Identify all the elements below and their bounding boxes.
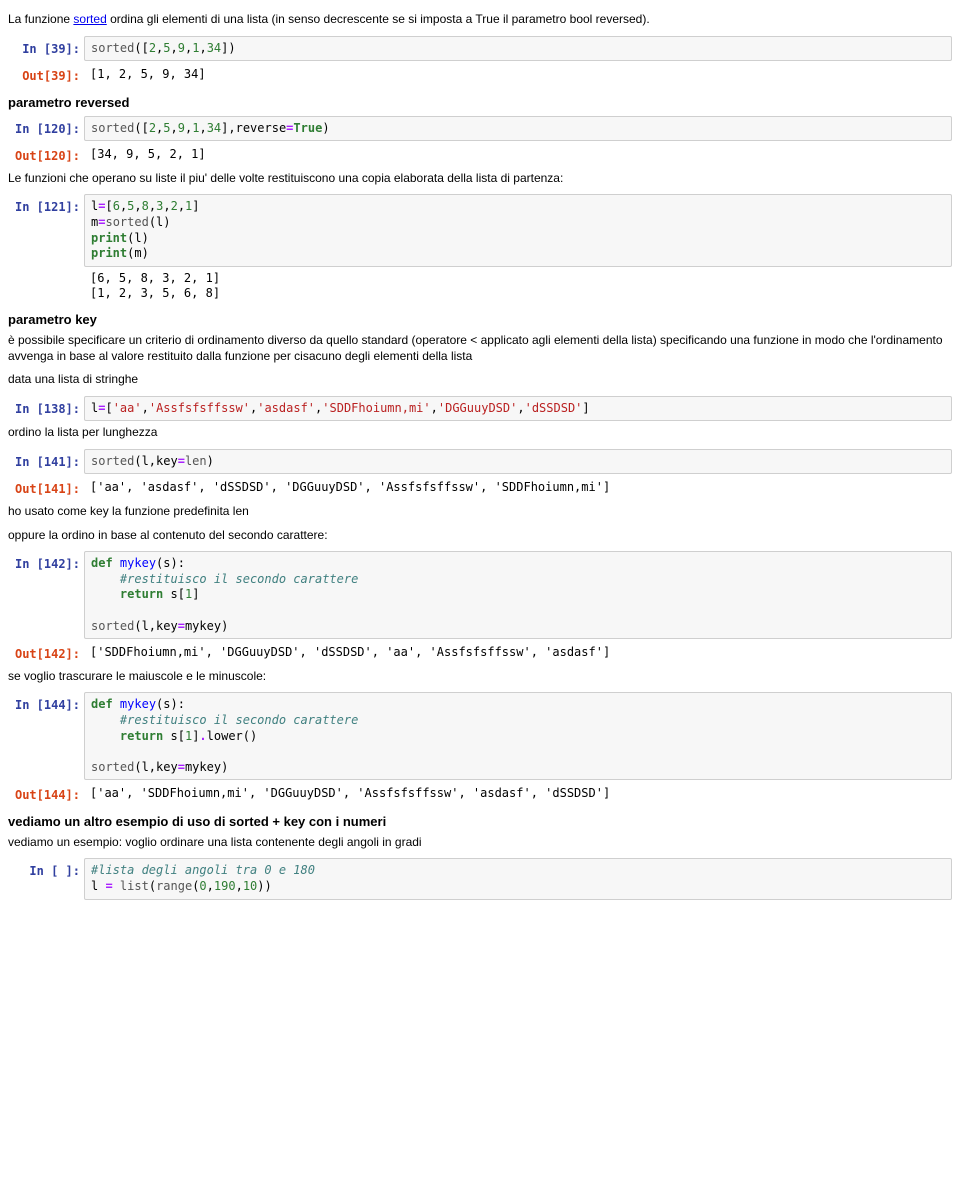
cell-in-141: In [141]: sorted(l,key=len) xyxy=(8,449,952,475)
paragraph: è possibile specificare un criterio di o… xyxy=(8,333,952,364)
output-text: ['SDDFhoiumn,mi', 'DGGuuyDSD', 'dSSDSD',… xyxy=(84,641,616,665)
prompt-in: In [120]: xyxy=(8,116,84,142)
prompt-in: In [39]: xyxy=(8,36,84,62)
prompt-in: In [121]: xyxy=(8,194,84,266)
cell-in-142: In [142]: def mykey(s): #restituisco il … xyxy=(8,551,952,639)
prompt-out: Out[120]: xyxy=(8,143,84,167)
cell-out-120: Out[120]: [34, 9, 5, 2, 1] xyxy=(8,143,952,167)
prompt-out: Out[39]: xyxy=(8,63,84,87)
text: La funzione xyxy=(8,12,73,26)
stdout-121: [6, 5, 8, 3, 2, 1] [1, 2, 3, 5, 6, 8] xyxy=(8,269,952,304)
code-input[interactable]: sorted(l,key=len) xyxy=(84,449,952,475)
prompt-in: In [144]: xyxy=(8,692,84,780)
code-input[interactable]: sorted([2,5,9,1,34],reverse=True) xyxy=(84,116,952,142)
paragraph: Le funzioni che operano su liste il piu'… xyxy=(8,171,952,187)
stdout-text: [6, 5, 8, 3, 2, 1] [1, 2, 3, 5, 6, 8] xyxy=(84,269,226,304)
paragraph: ordino la lista per lunghezza xyxy=(8,425,952,441)
prompt-empty xyxy=(8,269,84,304)
prompt-out: Out[141]: xyxy=(8,476,84,500)
cell-out-142: Out[142]: ['SDDFhoiumn,mi', 'DGGuuyDSD',… xyxy=(8,641,952,665)
output-text: ['aa', 'SDDFhoiumn,mi', 'DGGuuyDSD', 'As… xyxy=(84,782,616,806)
code-input[interactable]: #lista degli angoli tra 0 e 180 l = list… xyxy=(84,858,952,899)
paragraph: se voglio trascurare le maiuscole e le m… xyxy=(8,669,952,685)
output-text: [34, 9, 5, 2, 1] xyxy=(84,143,212,167)
paragraph: data una lista di stringhe xyxy=(8,372,952,388)
prompt-out: Out[142]: xyxy=(8,641,84,665)
paragraph: ho usato come key la funzione predefinit… xyxy=(8,504,952,520)
cell-out-39: Out[39]: [1, 2, 5, 9, 34] xyxy=(8,63,952,87)
heading-reversed: parametro reversed xyxy=(8,95,952,112)
heading-key: parametro key xyxy=(8,312,952,329)
prompt-out: Out[144]: xyxy=(8,782,84,806)
prompt-in: In [138]: xyxy=(8,396,84,422)
text: ordina gli elementi di una lista (in sen… xyxy=(107,12,650,26)
cell-out-141: Out[141]: ['aa', 'asdasf', 'dSSDSD', 'DG… xyxy=(8,476,952,500)
paragraph: oppure la ordino in base al contenuto de… xyxy=(8,528,952,544)
prompt-in: In [ ]: xyxy=(8,858,84,899)
code-input[interactable]: l=[6,5,8,3,2,1] m=sorted(l) print(l) pri… xyxy=(84,194,952,266)
cell-in-138: In [138]: l=['aa','Assfsfsffssw','asdasf… xyxy=(8,396,952,422)
heading-numbers: vediamo un altro esempio di uso di sorte… xyxy=(8,814,952,831)
prompt-in: In [142]: xyxy=(8,551,84,639)
cell-in-144: In [144]: def mykey(s): #restituisco il … xyxy=(8,692,952,780)
code-input[interactable]: sorted([2,5,9,1,34]) xyxy=(84,36,952,62)
code-input[interactable]: l=['aa','Assfsfsffssw','asdasf','SDDFhoi… xyxy=(84,396,952,422)
cell-in-121: In [121]: l=[6,5,8,3,2,1] m=sorted(l) pr… xyxy=(8,194,952,266)
prompt-in: In [141]: xyxy=(8,449,84,475)
code-input[interactable]: def mykey(s): #restituisco il secondo ca… xyxy=(84,551,952,639)
cell-out-144: Out[144]: ['aa', 'SDDFhoiumn,mi', 'DGGuu… xyxy=(8,782,952,806)
output-text: ['aa', 'asdasf', 'dSSDSD', 'DGGuuyDSD', … xyxy=(84,476,616,500)
output-text: [1, 2, 5, 9, 34] xyxy=(84,63,212,87)
cell-in-120: In [120]: sorted([2,5,9,1,34],reverse=Tr… xyxy=(8,116,952,142)
paragraph: vediamo un esempio: voglio ordinare una … xyxy=(8,835,952,851)
cell-in-39: In [39]: sorted([2,5,9,1,34]) xyxy=(8,36,952,62)
sorted-link[interactable]: sorted xyxy=(73,12,106,26)
code-input[interactable]: def mykey(s): #restituisco il secondo ca… xyxy=(84,692,952,780)
cell-in-empty: In [ ]: #lista degli angoli tra 0 e 180 … xyxy=(8,858,952,899)
intro-paragraph: La funzione sorted ordina gli elementi d… xyxy=(8,12,952,28)
